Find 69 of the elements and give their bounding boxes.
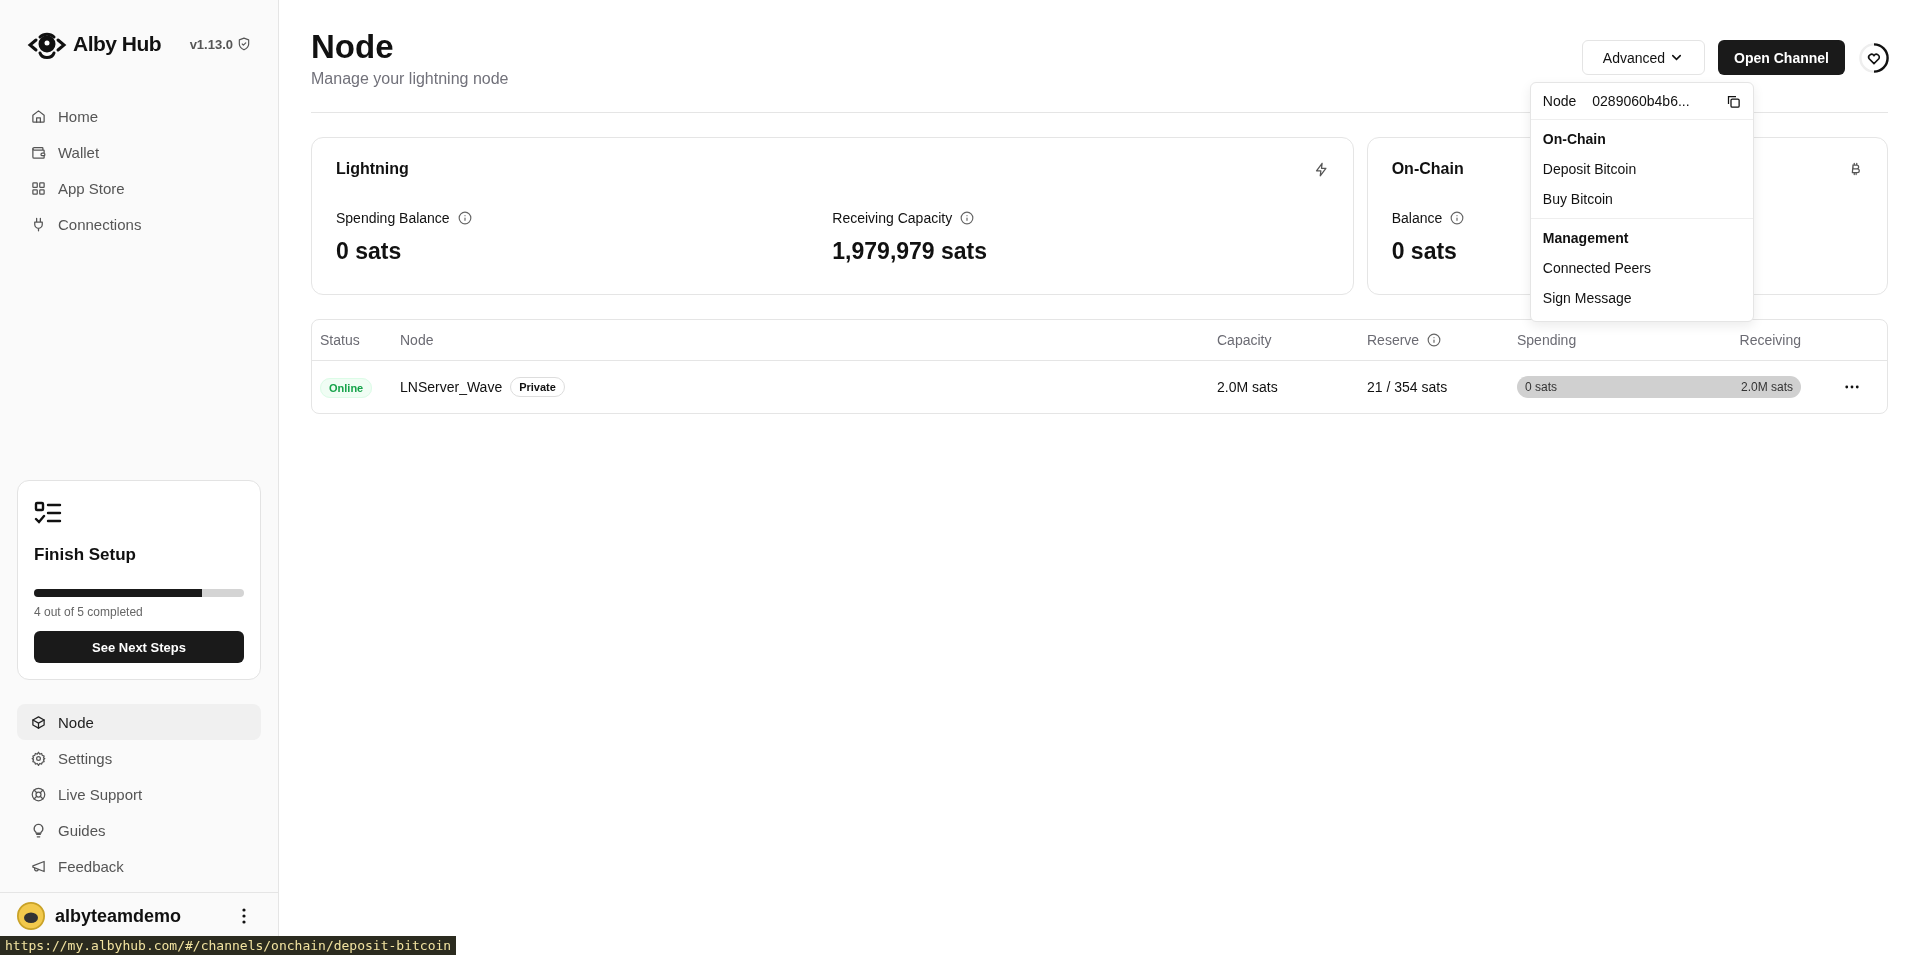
grid-icon — [31, 180, 46, 196]
info-icon — [457, 211, 472, 225]
wallet-icon — [31, 144, 46, 160]
megaphone-icon — [31, 858, 46, 874]
table-cell: LNServer_Wave — [400, 379, 503, 395]
card-title: On-Chain — [1391, 160, 1464, 178]
heart-ring-icon[interactable] — [1858, 41, 1890, 74]
menu-heading: On-Chain — [1541, 130, 1607, 149]
nav-item[interactable]: Guides — [17, 812, 261, 848]
copy-icon[interactable] — [1725, 93, 1741, 109]
more-icon[interactable] — [242, 908, 246, 924]
nav-item[interactable]: Connections — [17, 206, 261, 242]
lifebuoy-icon — [31, 786, 46, 802]
lightbulb-icon — [31, 822, 46, 838]
receiving-amount: 2.0M sats — [1740, 380, 1793, 394]
advanced-button[interactable]: Advanced — [1581, 40, 1706, 75]
column-header: Capacity — [1217, 332, 1273, 348]
link-url-tooltip: https://my.albyhub.com/#/channels/onchain/deposit-bitcoin — [0, 936, 457, 955]
menu-item[interactable]: Buy Bitcoin — [1530, 184, 1753, 214]
lightning-icon — [1313, 161, 1329, 177]
nav-item[interactable]: Settings — [17, 740, 261, 776]
column-header: Reserve — [1367, 332, 1420, 348]
home-icon — [31, 108, 46, 124]
info-icon — [1450, 211, 1465, 225]
settings-icon — [31, 750, 46, 766]
checklist-icon — [34, 501, 62, 525]
open-channel-button[interactable]: Open Channel — [1718, 40, 1845, 75]
page-subtitle: Manage your lightning node — [311, 70, 509, 88]
nav-item[interactable]: App Store — [17, 170, 261, 206]
node-id: 0289060b4b6... — [1592, 93, 1691, 109]
node-label: Node — [1542, 93, 1577, 109]
spending-amount: 0 sats — [1525, 380, 1557, 394]
nav-item[interactable]: Live Support — [17, 776, 261, 812]
menu-item[interactable]: Sign Message — [1530, 283, 1753, 313]
nav-item[interactable]: Home — [17, 98, 261, 134]
column-header: Status — [320, 332, 361, 348]
column-header: Node — [400, 332, 435, 348]
plug-icon — [31, 216, 46, 232]
progress-text: 4 out of 5 completed — [34, 605, 144, 619]
column-header: Receiving — [1739, 332, 1801, 348]
stat-value: 0 sats — [336, 238, 402, 265]
shield-check-icon — [237, 37, 251, 51]
brand-name: Alby Hub — [73, 32, 162, 56]
stat-label: Spending Balance — [336, 210, 450, 226]
cube-icon — [31, 714, 46, 730]
stat-value: 1,979,979 sats — [832, 238, 988, 265]
info-icon — [1427, 333, 1442, 347]
nav-item[interactable]: Feedback — [17, 848, 261, 884]
menu-item[interactable]: Deposit Bitcoin — [1530, 154, 1753, 184]
next-steps-button[interactable]: See Next Steps — [34, 631, 244, 663]
user-name[interactable]: albyteamdemo — [55, 905, 232, 927]
stat-label: Receiving Capacity — [832, 210, 953, 226]
menu-heading: Management — [1541, 229, 1630, 248]
stat-value: 0 sats — [1391, 238, 1457, 265]
setup-title: Finish Setup — [34, 545, 137, 565]
nav-item[interactable]: Node — [17, 704, 261, 740]
column-header: Spending — [1517, 332, 1577, 348]
page-title: Node — [311, 28, 395, 66]
card-title: Lightning — [336, 160, 409, 178]
menu-item[interactable]: Connected Peers — [1530, 253, 1753, 283]
version-label: v1.13.0 — [189, 36, 233, 52]
table-cell-text: 2.0M sats — [1217, 379, 1279, 395]
more-icon[interactable] — [1845, 385, 1859, 389]
status-badge: Online — [320, 378, 373, 398]
table-cell-text: 21 / 354 sats — [1367, 379, 1449, 395]
nav-item[interactable]: Wallet — [17, 134, 261, 170]
stat-label: Balance — [1391, 210, 1443, 226]
info-icon — [960, 211, 975, 225]
avatar-icon — [17, 902, 45, 930]
